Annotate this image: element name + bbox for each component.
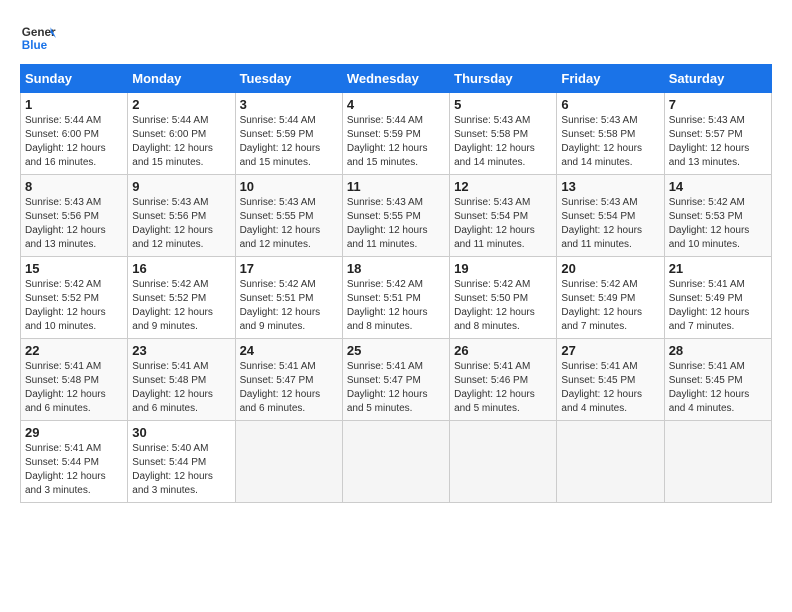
calendar-empty-cell: [664, 421, 771, 503]
header-cell-tuesday: Tuesday: [235, 65, 342, 93]
calendar-week-4: 22Sunrise: 5:41 AM Sunset: 5:48 PM Dayli…: [21, 339, 772, 421]
calendar-day-9: 9Sunrise: 5:43 AM Sunset: 5:56 PM Daylig…: [128, 175, 235, 257]
header-cell-thursday: Thursday: [450, 65, 557, 93]
calendar-empty-cell: [342, 421, 449, 503]
calendar-day-6: 6Sunrise: 5:43 AM Sunset: 5:58 PM Daylig…: [557, 93, 664, 175]
header-cell-wednesday: Wednesday: [342, 65, 449, 93]
header-cell-monday: Monday: [128, 65, 235, 93]
calendar-day-27: 27Sunrise: 5:41 AM Sunset: 5:45 PM Dayli…: [557, 339, 664, 421]
calendar-empty-cell: [557, 421, 664, 503]
calendar-day-12: 12Sunrise: 5:43 AM Sunset: 5:54 PM Dayli…: [450, 175, 557, 257]
header: General Blue: [20, 20, 772, 56]
calendar-day-7: 7Sunrise: 5:43 AM Sunset: 5:57 PM Daylig…: [664, 93, 771, 175]
calendar-day-13: 13Sunrise: 5:43 AM Sunset: 5:54 PM Dayli…: [557, 175, 664, 257]
svg-text:Blue: Blue: [22, 39, 48, 52]
calendar-day-17: 17Sunrise: 5:42 AM Sunset: 5:51 PM Dayli…: [235, 257, 342, 339]
calendar-day-1: 1Sunrise: 5:44 AM Sunset: 6:00 PM Daylig…: [21, 93, 128, 175]
header-cell-saturday: Saturday: [664, 65, 771, 93]
calendar-empty-cell: [235, 421, 342, 503]
calendar-body: 1Sunrise: 5:44 AM Sunset: 6:00 PM Daylig…: [21, 93, 772, 503]
calendar-day-16: 16Sunrise: 5:42 AM Sunset: 5:52 PM Dayli…: [128, 257, 235, 339]
calendar-day-15: 15Sunrise: 5:42 AM Sunset: 5:52 PM Dayli…: [21, 257, 128, 339]
calendar-empty-cell: [450, 421, 557, 503]
calendar-table: SundayMondayTuesdayWednesdayThursdayFrid…: [20, 64, 772, 503]
calendar-day-5: 5Sunrise: 5:43 AM Sunset: 5:58 PM Daylig…: [450, 93, 557, 175]
logo: General Blue: [20, 20, 56, 56]
calendar-day-10: 10Sunrise: 5:43 AM Sunset: 5:55 PM Dayli…: [235, 175, 342, 257]
header-cell-sunday: Sunday: [21, 65, 128, 93]
calendar-day-22: 22Sunrise: 5:41 AM Sunset: 5:48 PM Dayli…: [21, 339, 128, 421]
logo-icon: General Blue: [20, 20, 56, 56]
calendar-day-26: 26Sunrise: 5:41 AM Sunset: 5:46 PM Dayli…: [450, 339, 557, 421]
calendar-week-3: 15Sunrise: 5:42 AM Sunset: 5:52 PM Dayli…: [21, 257, 772, 339]
calendar-week-2: 8Sunrise: 5:43 AM Sunset: 5:56 PM Daylig…: [21, 175, 772, 257]
header-cell-friday: Friday: [557, 65, 664, 93]
calendar-day-25: 25Sunrise: 5:41 AM Sunset: 5:47 PM Dayli…: [342, 339, 449, 421]
calendar-day-24: 24Sunrise: 5:41 AM Sunset: 5:47 PM Dayli…: [235, 339, 342, 421]
calendar-day-18: 18Sunrise: 5:42 AM Sunset: 5:51 PM Dayli…: [342, 257, 449, 339]
calendar-header-row: SundayMondayTuesdayWednesdayThursdayFrid…: [21, 65, 772, 93]
calendar-day-11: 11Sunrise: 5:43 AM Sunset: 5:55 PM Dayli…: [342, 175, 449, 257]
calendar-day-19: 19Sunrise: 5:42 AM Sunset: 5:50 PM Dayli…: [450, 257, 557, 339]
calendar-day-23: 23Sunrise: 5:41 AM Sunset: 5:48 PM Dayli…: [128, 339, 235, 421]
calendar-day-3: 3Sunrise: 5:44 AM Sunset: 5:59 PM Daylig…: [235, 93, 342, 175]
calendar-day-29: 29Sunrise: 5:41 AM Sunset: 5:44 PM Dayli…: [21, 421, 128, 503]
calendar-day-4: 4Sunrise: 5:44 AM Sunset: 5:59 PM Daylig…: [342, 93, 449, 175]
calendar-day-21: 21Sunrise: 5:41 AM Sunset: 5:49 PM Dayli…: [664, 257, 771, 339]
calendar-week-1: 1Sunrise: 5:44 AM Sunset: 6:00 PM Daylig…: [21, 93, 772, 175]
calendar-day-2: 2Sunrise: 5:44 AM Sunset: 6:00 PM Daylig…: [128, 93, 235, 175]
calendar-day-20: 20Sunrise: 5:42 AM Sunset: 5:49 PM Dayli…: [557, 257, 664, 339]
calendar-day-14: 14Sunrise: 5:42 AM Sunset: 5:53 PM Dayli…: [664, 175, 771, 257]
calendar-day-8: 8Sunrise: 5:43 AM Sunset: 5:56 PM Daylig…: [21, 175, 128, 257]
calendar-day-30: 30Sunrise: 5:40 AM Sunset: 5:44 PM Dayli…: [128, 421, 235, 503]
calendar-day-28: 28Sunrise: 5:41 AM Sunset: 5:45 PM Dayli…: [664, 339, 771, 421]
calendar-week-5: 29Sunrise: 5:41 AM Sunset: 5:44 PM Dayli…: [21, 421, 772, 503]
